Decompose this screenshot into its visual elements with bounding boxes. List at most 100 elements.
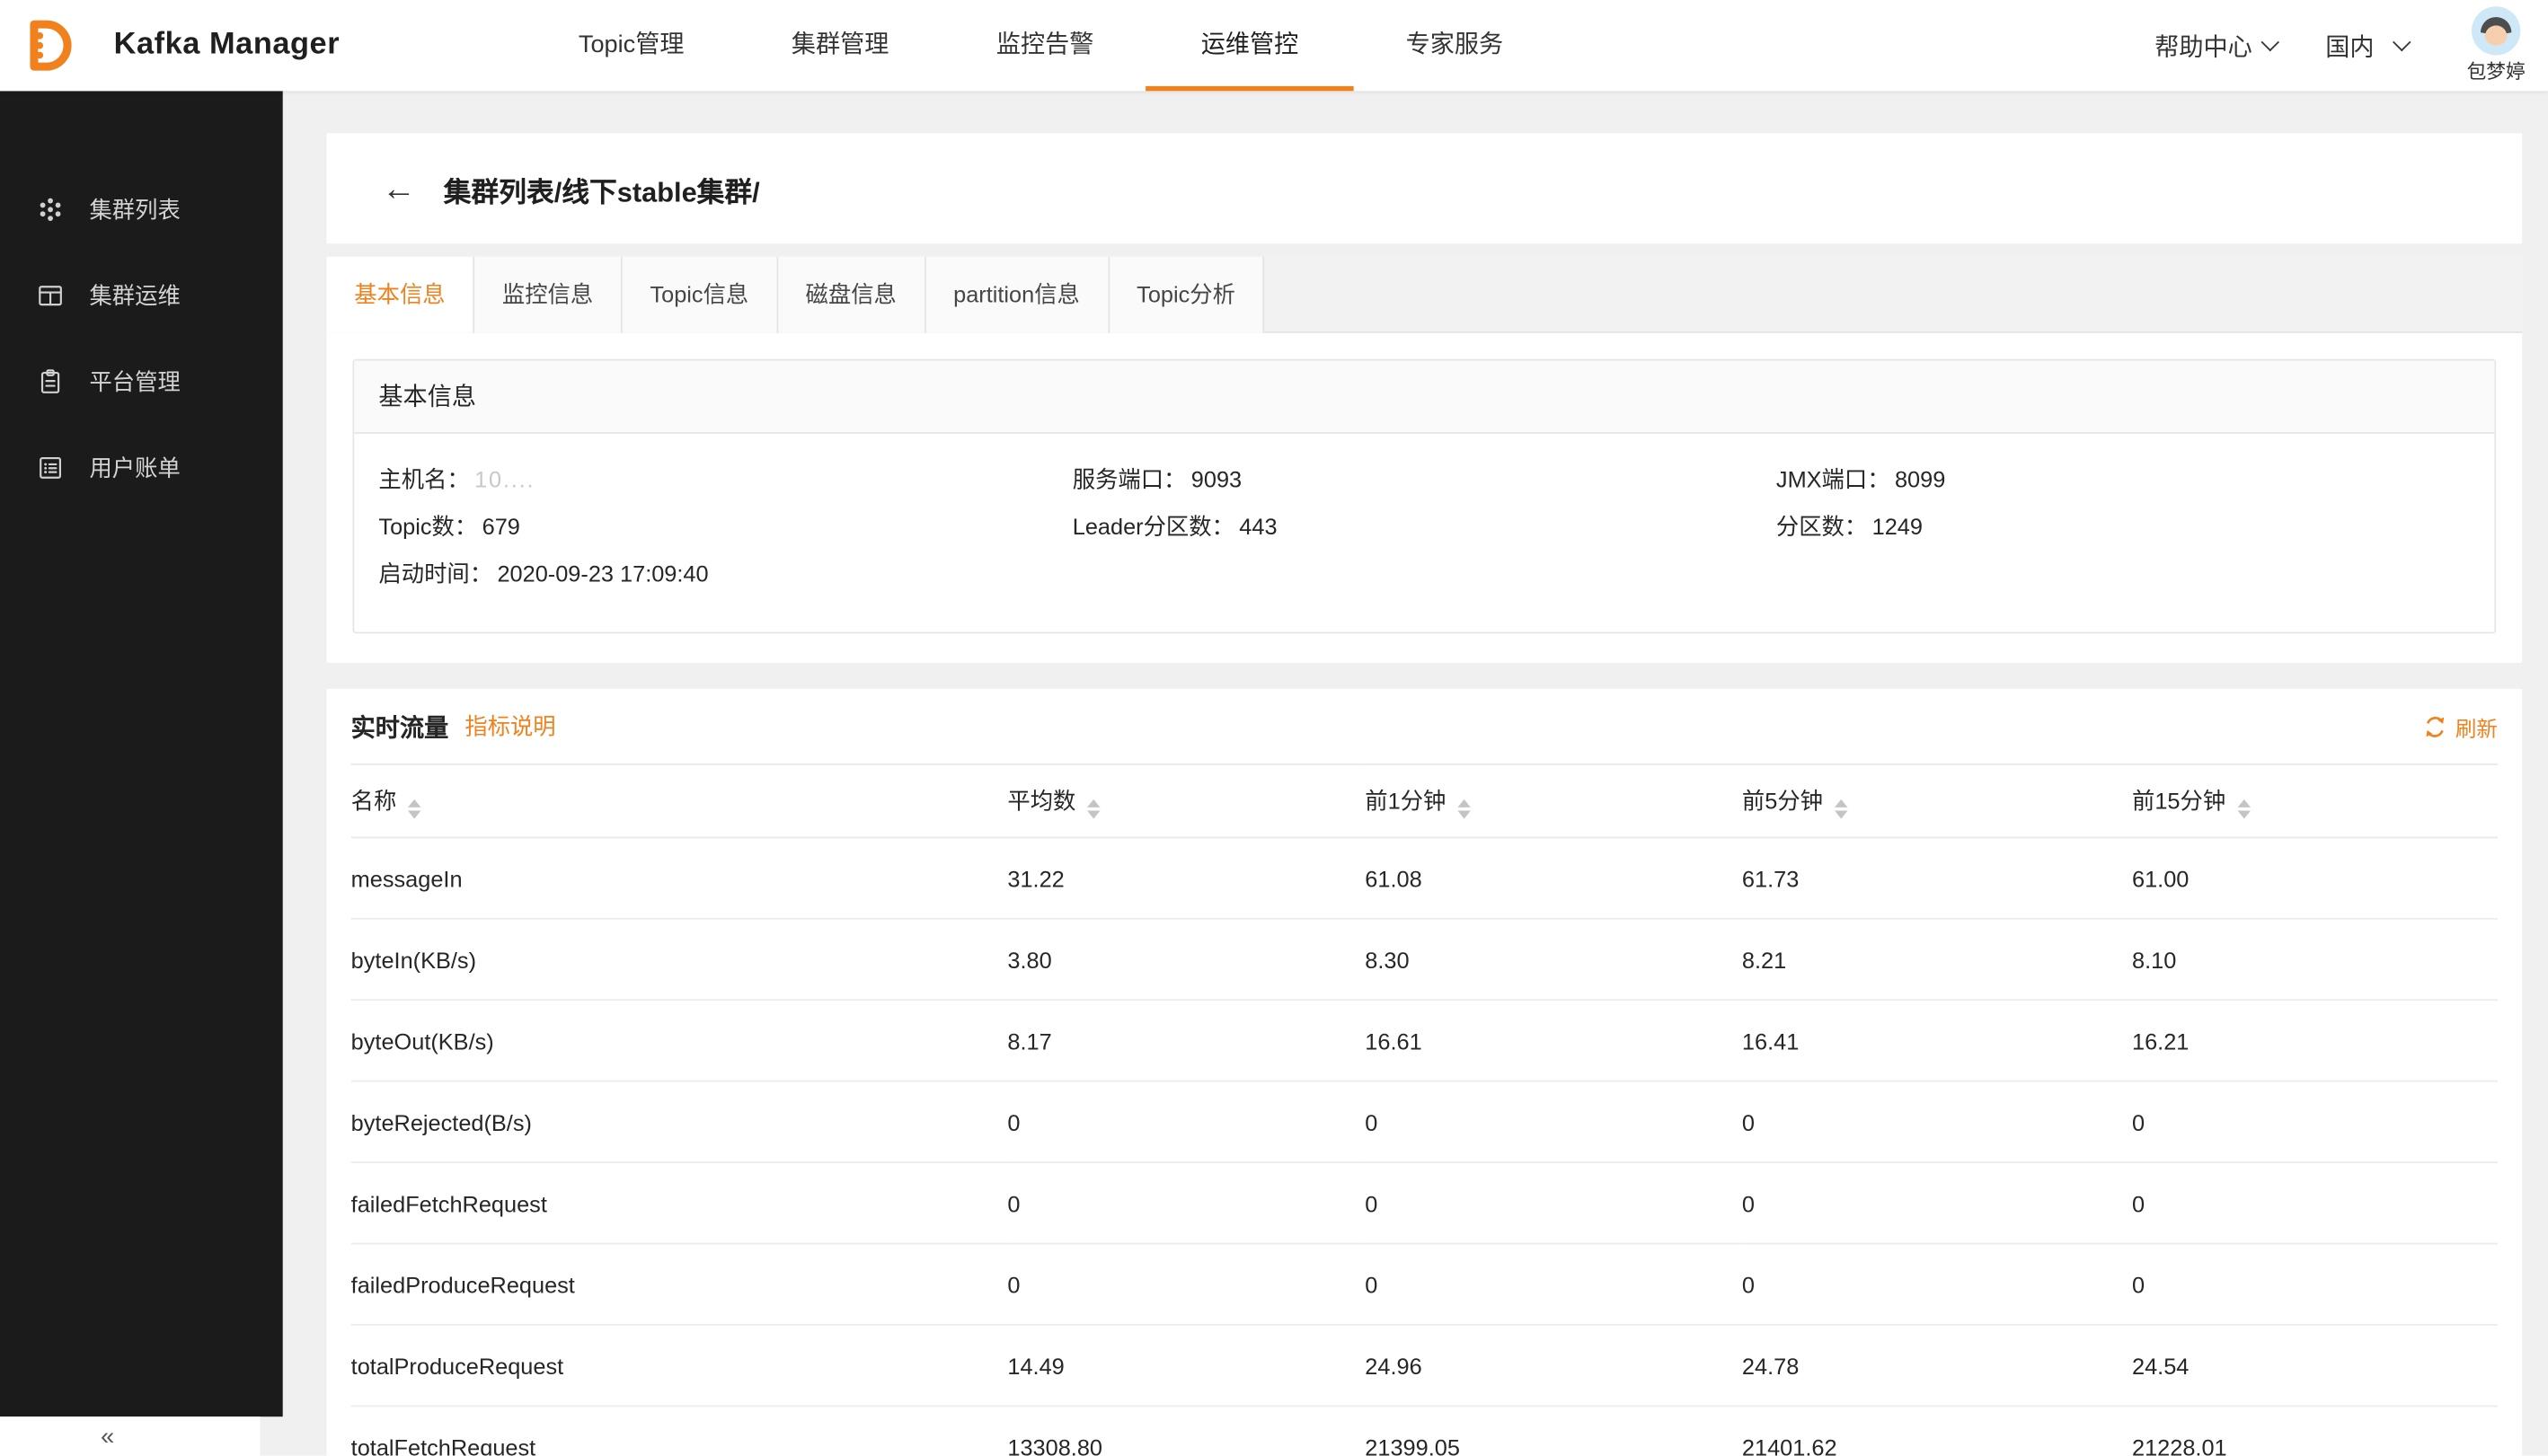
refresh-button[interactable]: 刷新 xyxy=(2423,710,2498,741)
tab-topic-info[interactable]: Topic信息 xyxy=(623,257,778,333)
info-field: 服务端口：9093 xyxy=(1073,456,1776,503)
field-value: 2020-09-23 17:09:40 xyxy=(497,551,708,597)
sidebar-item-cluster-ops[interactable]: 集群运维 xyxy=(0,251,283,338)
sort-asc-icon xyxy=(2237,799,2250,807)
sort-asc-icon xyxy=(1835,799,1847,807)
metric-value-cell: 0 xyxy=(1365,1162,1742,1243)
info-field: Topic数：679 xyxy=(378,504,1072,551)
metric-value-cell: 0 xyxy=(1365,1081,1742,1162)
sort-carets-icon[interactable] xyxy=(2237,799,2250,818)
sort-desc-icon xyxy=(1457,810,1470,818)
sort-carets-icon[interactable] xyxy=(408,799,420,818)
field-label: 分区数： xyxy=(1776,504,1867,551)
sidebar-item-label: 平台管理 xyxy=(89,365,180,397)
table-row: totalProduceRequest14.4924.9624.7824.54 xyxy=(351,1325,2498,1406)
sort-desc-icon xyxy=(1087,810,1100,818)
metric-name-cell: byteRejected(B/s) xyxy=(351,1081,1008,1162)
metric-value-cell: 8.21 xyxy=(1742,919,2132,1000)
sidebar-item-label: 集群运维 xyxy=(89,278,180,311)
info-field: 分区数：1249 xyxy=(1776,504,2494,551)
field-value: 10.... xyxy=(474,456,535,503)
sidebar-item-platform-management[interactable]: 平台管理 xyxy=(0,338,283,424)
sidebar-item-cluster-list[interactable]: 集群列表 xyxy=(0,165,283,251)
table-header-col-last-1min[interactable]: 前1分钟 xyxy=(1365,764,1742,837)
sort-asc-icon xyxy=(1457,799,1470,807)
info-field: Leader分区数：443 xyxy=(1073,504,1776,551)
tab-monitor-info[interactable]: 监控信息 xyxy=(474,257,623,333)
column-label: 前5分钟 xyxy=(1742,787,1823,813)
metric-value-cell: 24.78 xyxy=(1742,1325,2132,1406)
nav-cluster-management[interactable]: 集群管理 xyxy=(792,0,889,91)
table-row: failedProduceRequest0000 xyxy=(351,1244,2498,1325)
sort-asc-icon xyxy=(1087,799,1100,807)
metric-value-cell: 61.73 xyxy=(1742,837,2132,918)
metric-value-cell: 21228.01 xyxy=(2132,1406,2498,1455)
header-right: 帮助中心 国内 包梦婷 xyxy=(2154,0,2525,91)
sort-carets-icon[interactable] xyxy=(1087,799,1100,818)
field-value: 8099 xyxy=(1895,456,1945,503)
region-select[interactable]: 国内 xyxy=(2325,29,2408,63)
info-field: JMX端口：8099 xyxy=(1776,456,2494,503)
nav-ops-control[interactable]: 运维管控 xyxy=(1201,0,1299,91)
column-label: 名称 xyxy=(351,787,397,813)
table-row: totalFetchRequest13308.8021399.0521401.6… xyxy=(351,1406,2498,1455)
tab-basic-info[interactable]: 基本信息 xyxy=(327,257,475,333)
metric-name-cell: totalFetchRequest xyxy=(351,1406,1008,1455)
metric-value-cell: 0 xyxy=(1742,1081,2132,1162)
sidebar-item-user-billing[interactable]: 用户账单 xyxy=(0,424,283,510)
metric-value-cell: 16.21 xyxy=(2132,1000,2498,1081)
user-menu[interactable]: 包梦婷 xyxy=(2467,6,2526,84)
refresh-icon xyxy=(2423,714,2447,738)
basic-info-panel: 基本信息 主机名：10....服务端口：9093JMX端口：8099Topic数… xyxy=(352,359,2496,634)
metric-value-cell: 16.41 xyxy=(1742,1000,2132,1081)
billing-icon xyxy=(36,453,66,482)
nav-expert-service[interactable]: 专家服务 xyxy=(1406,0,1504,91)
table-header-col-last-5min[interactable]: 前5分钟 xyxy=(1742,764,2132,837)
table-header-col-name[interactable]: 名称 xyxy=(351,764,1008,837)
table-header-col-last-15min[interactable]: 前15分钟 xyxy=(2132,764,2498,837)
top-nav: Topic管理 集群管理 监控告警 运维管控 专家服务 xyxy=(579,0,1503,91)
basic-info-fields: 主机名：10....服务端口：9093JMX端口：8099 Topic数：679L… xyxy=(354,434,2494,632)
metric-value-cell: 16.61 xyxy=(1365,1000,1742,1081)
app-window: Kafka Manager Topic管理集群管理监控告警运维管控专家服务 帮助… xyxy=(0,0,2548,1456)
field-label: Topic数： xyxy=(378,504,477,551)
field-value: 443 xyxy=(1239,504,1277,551)
table-row: failedFetchRequest0000 xyxy=(351,1162,2498,1243)
top-header: Kafka Manager Topic管理集群管理监控告警运维管控专家服务 帮助… xyxy=(0,0,2548,91)
metric-name-cell: byteOut(KB/s) xyxy=(351,1000,1008,1081)
metrics-table: 名称 平均数前1分钟前5分钟 前15分钟 messageIn31.2261.0861… xyxy=(351,763,2498,1456)
metric-value-cell: 8.30 xyxy=(1365,919,1742,1000)
realtime-title: 实时流量 xyxy=(351,709,449,743)
table-row: byteRejected(B/s)0000 xyxy=(351,1081,2498,1162)
metric-name-cell: failedProduceRequest xyxy=(351,1244,1008,1325)
field-value: 1249 xyxy=(1872,504,1923,551)
page-title-card: ← 集群列表/线下stable集群/ xyxy=(327,133,2523,243)
metric-value-cell: 14.49 xyxy=(1007,1325,1365,1406)
sidebar-collapse-button[interactable]: « xyxy=(0,1416,260,1455)
refresh-label: 刷新 xyxy=(2455,710,2498,741)
region-label: 国内 xyxy=(2325,29,2374,63)
sort-carets-icon[interactable] xyxy=(1457,799,1470,818)
metric-value-cell: 8.17 xyxy=(1007,1000,1365,1081)
sidebar-menu: 集群列表集群运维平台管理用户账单 xyxy=(0,91,283,510)
realtime-header: 实时流量 指标说明 刷新 xyxy=(351,689,2498,763)
table-header-col-average[interactable]: 平均数 xyxy=(1007,764,1365,837)
nav-monitor-alert[interactable]: 监控告警 xyxy=(996,0,1094,91)
metric-value-cell: 0 xyxy=(2132,1244,2498,1325)
nav-topic-management[interactable]: Topic管理 xyxy=(579,0,685,91)
metric-value-cell: 61.08 xyxy=(1365,837,1742,918)
table-body: messageIn31.2261.0861.7361.00byteIn(KB/s… xyxy=(351,837,2498,1455)
cluster-icon xyxy=(36,194,66,224)
tab-topic-analysis[interactable]: Topic分析 xyxy=(1109,257,1264,333)
metric-value-cell: 61.00 xyxy=(2132,837,2498,918)
sort-carets-icon[interactable] xyxy=(1835,799,1847,818)
tab-partition-info[interactable]: partition信息 xyxy=(925,257,1109,333)
info-field: 启动时间：2020-09-23 17:09:40 xyxy=(378,551,1072,597)
metrics-doc-link[interactable]: 指标说明 xyxy=(464,710,555,742)
back-button[interactable]: ← xyxy=(382,172,416,206)
metric-name-cell: totalProduceRequest xyxy=(351,1325,1008,1406)
tab-disk-info[interactable]: 磁盘信息 xyxy=(778,257,926,333)
field-label: 启动时间： xyxy=(378,551,492,597)
info-field: 主机名：10.... xyxy=(378,456,1072,503)
help-center-menu[interactable]: 帮助中心 xyxy=(2154,29,2277,63)
